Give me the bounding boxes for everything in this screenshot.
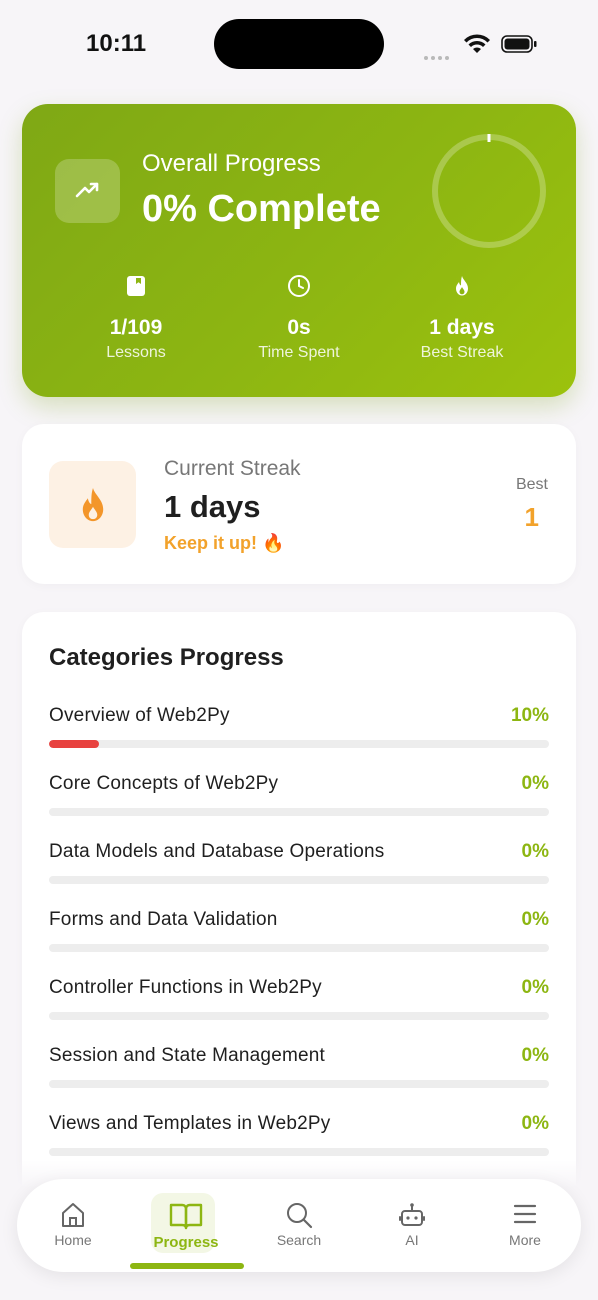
- tab-progress-label: Progress: [153, 1234, 219, 1251]
- category-progress-bar: [49, 808, 549, 816]
- category-name: Overview of Web2Py: [49, 705, 230, 726]
- stat-lessons: 1/109 Lessons: [56, 272, 216, 362]
- current-streak-value: 1 days: [164, 489, 261, 524]
- category-percent: 0%: [521, 977, 549, 998]
- category-percent: 0%: [521, 841, 549, 862]
- category-name: Forms and Data Validation: [49, 909, 278, 930]
- time-spent-label: Time Spent: [258, 344, 340, 361]
- category-percent: 10%: [510, 705, 549, 726]
- battery-icon: [501, 35, 537, 53]
- category-percent: 0%: [521, 1113, 549, 1134]
- active-tab-indicator: [130, 1263, 244, 1269]
- category-name: Controller Functions in Web2Py: [49, 977, 322, 998]
- category-percent: 0%: [521, 909, 549, 930]
- tab-ai-label: AI: [405, 1232, 419, 1248]
- tab-more[interactable]: More: [469, 1179, 581, 1272]
- trending-up-icon: [55, 159, 120, 223]
- stat-time-spent: 0s Time Spent: [219, 272, 379, 362]
- dynamic-island: [214, 19, 384, 69]
- category-name: Views and Templates in Web2Py: [49, 1113, 331, 1134]
- lessons-label: Lessons: [106, 344, 166, 361]
- current-streak-card: Current Streak 1 days Keep it up! 🔥 Best…: [22, 424, 576, 584]
- signal-icon: [424, 47, 454, 60]
- wifi-icon: [464, 34, 490, 53]
- status-time: 10:11: [86, 30, 147, 57]
- category-row[interactable]: Core Concepts of Web2Py 0%: [49, 773, 549, 821]
- category-progress-fill: [49, 740, 99, 748]
- overall-progress-card: Overall Progress 0% Complete 1/109 Lesso…: [22, 104, 576, 397]
- progress-ring: [432, 134, 546, 248]
- category-row[interactable]: Views and Templates in Web2Py 0%: [49, 1113, 549, 1161]
- search-icon: [243, 1201, 355, 1231]
- robot-icon: [356, 1201, 468, 1231]
- categories-progress-card: Categories Progress Overview of Web2Py 1…: [22, 612, 576, 1252]
- clock-icon: [219, 272, 379, 300]
- category-progress-bar: [49, 1148, 549, 1156]
- flame-icon: [382, 272, 542, 300]
- bottom-nav: Home Progress Search AI More: [17, 1179, 581, 1272]
- category-progress-bar: [49, 876, 549, 884]
- book-open-icon: [130, 1201, 242, 1231]
- categories-title: Categories Progress: [49, 644, 284, 671]
- category-progress-bar: [49, 740, 549, 748]
- status-bar: 10:11: [0, 0, 598, 90]
- tab-home-label: Home: [54, 1232, 92, 1248]
- tab-search[interactable]: Search: [243, 1179, 355, 1272]
- tab-progress[interactable]: Progress: [130, 1179, 244, 1272]
- best-streak-label: Best Streak: [420, 344, 504, 361]
- streak-message: Keep it up! 🔥: [164, 533, 285, 553]
- category-percent: 0%: [521, 773, 549, 794]
- streak-flame-icon: [49, 461, 136, 548]
- category-row[interactable]: Session and State Management 0%: [49, 1045, 549, 1093]
- category-percent: 0%: [521, 1045, 549, 1066]
- category-row[interactable]: Overview of Web2Py 10%: [49, 705, 549, 753]
- best-label: Best: [515, 476, 548, 493]
- category-progress-bar: [49, 1080, 549, 1088]
- tab-home[interactable]: Home: [17, 1179, 129, 1272]
- category-name: Session and State Management: [49, 1045, 325, 1066]
- best-value: 1: [524, 502, 539, 532]
- category-name: Core Concepts of Web2Py: [49, 773, 279, 794]
- overall-progress-value: 0% Complete: [142, 188, 381, 230]
- category-row[interactable]: Forms and Data Validation 0%: [49, 909, 549, 957]
- category-name: Data Models and Database Operations: [49, 841, 385, 862]
- tab-search-label: Search: [276, 1232, 322, 1248]
- overall-progress-label: Overall Progress: [142, 150, 321, 177]
- current-streak-label: Current Streak: [164, 457, 301, 480]
- best-streak-value: 1 days: [429, 316, 495, 339]
- book-icon: [56, 272, 216, 300]
- tab-more-label: More: [509, 1232, 541, 1248]
- tab-ai[interactable]: AI: [356, 1179, 468, 1272]
- category-progress-bar: [49, 1012, 549, 1020]
- time-spent-value: 0s: [287, 316, 311, 339]
- menu-icon: [469, 1201, 581, 1231]
- home-icon: [17, 1201, 129, 1231]
- stat-best-streak: 1 days Best Streak: [382, 272, 542, 362]
- category-progress-bar: [49, 944, 549, 952]
- category-row[interactable]: Controller Functions in Web2Py 0%: [49, 977, 549, 1025]
- category-row[interactable]: Data Models and Database Operations 0%: [49, 841, 549, 889]
- lessons-value: 1/109: [109, 316, 163, 339]
